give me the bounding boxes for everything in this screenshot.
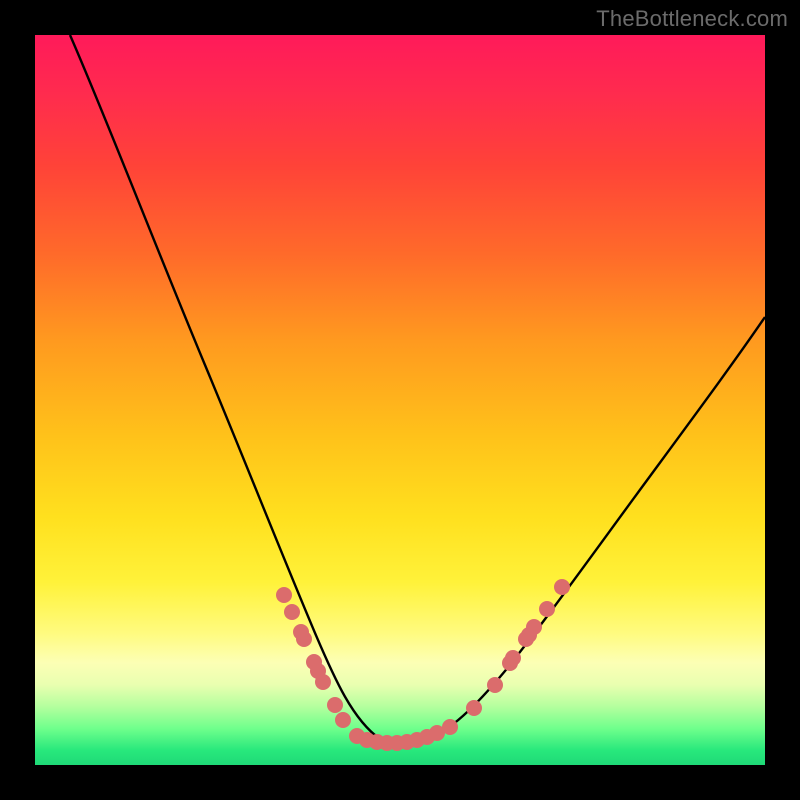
watermark-text: TheBottleneck.com xyxy=(596,6,788,32)
curve-dots xyxy=(276,579,570,751)
plot-area xyxy=(35,35,765,765)
outer-frame: TheBottleneck.com xyxy=(0,0,800,800)
chart-svg xyxy=(35,35,765,765)
bottleneck-curve xyxy=(70,35,765,744)
